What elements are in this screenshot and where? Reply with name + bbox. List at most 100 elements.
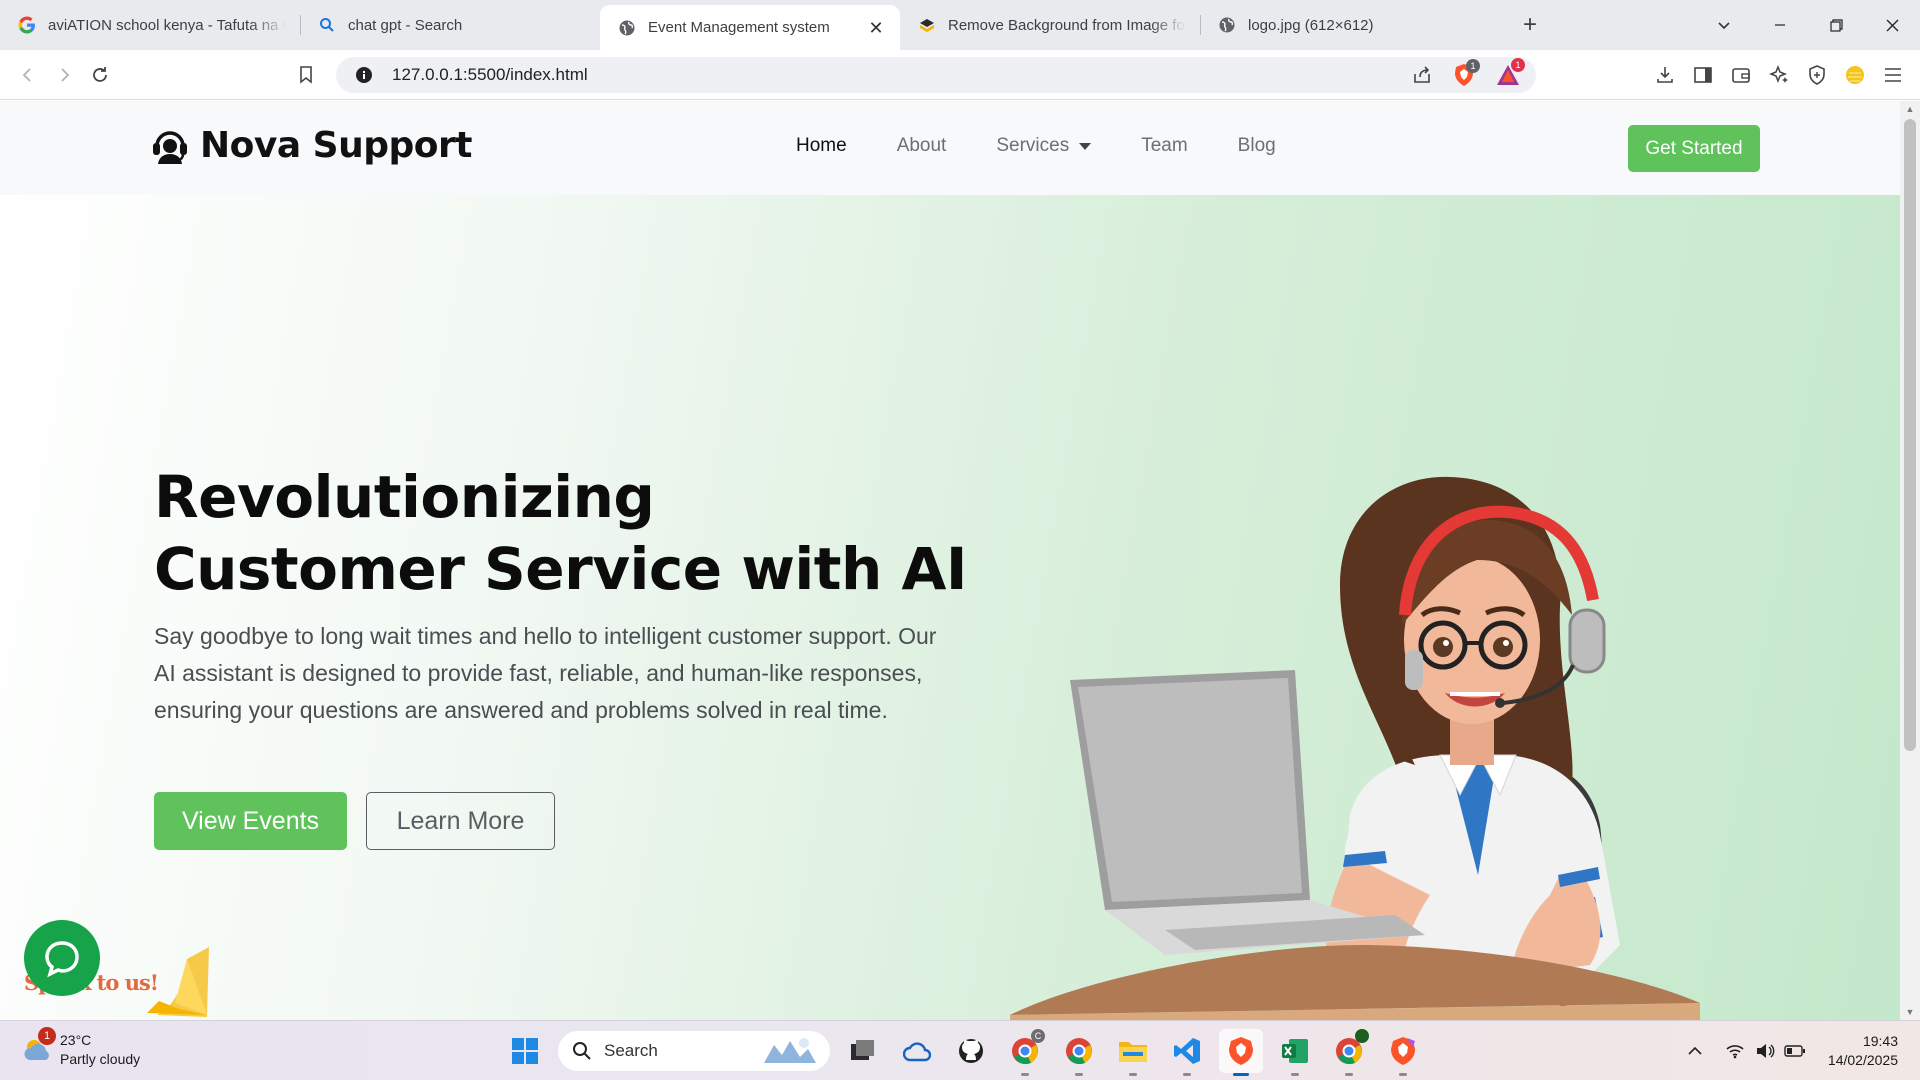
weather-alert-badge: 1: [38, 1027, 56, 1045]
main-nav: Home About Services Team Blog: [796, 135, 1326, 157]
removebg-icon: [918, 16, 936, 34]
address-bar[interactable]: 127.0.0.1:5500/index.html 1 1: [336, 57, 1536, 93]
share-icon[interactable]: [1408, 61, 1436, 89]
globe-icon: [1218, 16, 1236, 34]
learn-more-button[interactable]: Learn More: [366, 792, 555, 850]
brave-beta-icon: [1391, 1037, 1415, 1065]
file-explorer-app[interactable]: [1111, 1029, 1155, 1076]
url-text[interactable]: 127.0.0.1:5500/index.html: [392, 65, 1408, 85]
nav-home[interactable]: Home: [796, 135, 847, 157]
forward-button[interactable]: [46, 57, 82, 93]
chat-bubble-icon: [45, 941, 79, 978]
weather-condition: Partly cloudy: [60, 1051, 141, 1067]
browser-toolbar: 127.0.0.1:5500/index.html 1 1: [0, 50, 1920, 100]
hero-title: Revolutionizing Customer Service with AI: [154, 463, 967, 603]
chrome-app-3[interactable]: [1327, 1029, 1371, 1076]
tab-logo-image[interactable]: logo.jpg (612×612): [1200, 5, 1500, 45]
restore-button[interactable]: [1808, 0, 1864, 50]
headset-support-icon: [153, 130, 187, 164]
get-started-button[interactable]: Get Started: [1628, 125, 1760, 172]
search-icon: [573, 1042, 591, 1060]
chrome-app-1[interactable]: C: [1003, 1029, 1047, 1076]
volume-icon[interactable]: [1750, 1036, 1780, 1066]
globe-icon: [618, 19, 636, 37]
nav-services-label: Services: [996, 135, 1070, 156]
brave-rewards-icon[interactable]: 1: [1494, 58, 1525, 89]
show-hidden-icons-chevron-icon[interactable]: [1680, 1036, 1710, 1066]
task-view-app[interactable]: [841, 1029, 885, 1073]
tab-title: logo.jpg (612×612): [1248, 16, 1374, 34]
leo-ai-icon[interactable]: [1760, 57, 1798, 93]
profile-avatar-icon[interactable]: [1836, 57, 1874, 93]
site-navbar: Nova Support Home About Services Team Bl…: [0, 101, 1900, 195]
curved-arrow-icon: [147, 947, 209, 1017]
nav-team[interactable]: Team: [1141, 135, 1187, 157]
chat-launcher-button[interactable]: [24, 920, 100, 996]
tab-title: chat gpt - Search: [348, 16, 463, 34]
site-info-icon[interactable]: [350, 61, 378, 89]
excel-app[interactable]: [1273, 1029, 1317, 1076]
chrome-app-2[interactable]: [1057, 1029, 1101, 1076]
nav-blog[interactable]: Blog: [1238, 135, 1276, 157]
new-tab-button[interactable]: +: [1510, 5, 1550, 45]
nav-services[interactable]: Services: [996, 135, 1092, 157]
scroll-up-arrow-icon[interactable]: ▲: [1900, 101, 1920, 117]
search-icon: [318, 16, 336, 34]
hero-description: Say goodbye to long wait times and hello…: [154, 623, 937, 723]
brand-name: Nova Support: [200, 125, 472, 166]
system-clock[interactable]: 19:43 14/02/2025: [1828, 1032, 1898, 1070]
wifi-icon[interactable]: [1720, 1036, 1750, 1066]
weather-temperature: 23°C: [60, 1032, 92, 1048]
rewards-count-badge: 1: [1511, 58, 1525, 72]
search-highlight-icon: [764, 1038, 816, 1063]
brave-app[interactable]: [1219, 1029, 1263, 1076]
view-events-button[interactable]: View Events: [154, 792, 347, 850]
brave-icon: [1229, 1037, 1253, 1065]
task-view-icon: [851, 1040, 874, 1060]
battery-icon[interactable]: [1780, 1036, 1810, 1066]
weather-widget[interactable]: 1 23°C Partly cloudy: [22, 1027, 141, 1069]
clock-date: 14/02/2025: [1827, 1052, 1898, 1068]
tab-title: aviATION school kenya - Tafuta na Google: [48, 16, 286, 34]
clock-time: 19:43: [1862, 1033, 1898, 1049]
vscode-app[interactable]: [1165, 1029, 1209, 1076]
window-controls: [1696, 0, 1920, 50]
tab-title: Event Management system: [648, 19, 830, 36]
minimize-button[interactable]: [1752, 0, 1808, 50]
download-icon[interactable]: [1646, 57, 1684, 93]
close-tab-icon[interactable]: ✕: [866, 18, 886, 38]
sidebar-icon[interactable]: [1684, 57, 1722, 93]
taskbar-search[interactable]: Search: [558, 1031, 830, 1071]
back-button[interactable]: [10, 57, 46, 93]
google-icon: [18, 16, 36, 34]
taskbar-apps: Search C: [498, 1029, 1430, 1076]
bookmark-icon[interactable]: [288, 57, 324, 93]
start-button[interactable]: [503, 1029, 547, 1073]
scroll-down-arrow-icon[interactable]: ▼: [1900, 1004, 1920, 1020]
tab-remove-background[interactable]: Remove Background from Image for Free: [900, 5, 1200, 45]
close-window-button[interactable]: [1864, 0, 1920, 50]
brave-beta-app[interactable]: [1381, 1029, 1425, 1076]
github-app[interactable]: [949, 1029, 993, 1073]
tab-aviation-search[interactable]: aviATION school kenya - Tafuta na Google: [0, 5, 300, 45]
tab-event-management[interactable]: Event Management system ✕: [600, 5, 900, 50]
nav-about[interactable]: About: [897, 135, 947, 157]
page-scrollbar[interactable]: ▲ ▼: [1900, 101, 1920, 1020]
windows-logo-icon: [512, 1038, 538, 1064]
tab-chatgpt-search[interactable]: chat gpt - Search: [300, 5, 600, 45]
support-agent-illustration: [1010, 476, 1700, 1020]
copilot-app[interactable]: [895, 1029, 939, 1073]
reload-button[interactable]: [82, 57, 118, 93]
dropdown-caret-icon: [1079, 142, 1092, 150]
tab-strip: aviATION school kenya - Tafuta na Google…: [0, 0, 1920, 50]
folder-icon: [1119, 1042, 1147, 1062]
brave-shields-icon[interactable]: 1: [1450, 59, 1480, 89]
wallet-icon[interactable]: [1722, 57, 1760, 93]
tab-search-chevron-icon[interactable]: [1696, 0, 1752, 50]
vpn-shield-icon[interactable]: [1798, 57, 1836, 93]
excel-icon: [1282, 1039, 1308, 1063]
brand[interactable]: Nova Support: [150, 125, 472, 166]
cloud-icon: [903, 1042, 931, 1062]
scrollbar-thumb[interactable]: [1904, 119, 1916, 751]
menu-icon[interactable]: [1874, 57, 1912, 93]
